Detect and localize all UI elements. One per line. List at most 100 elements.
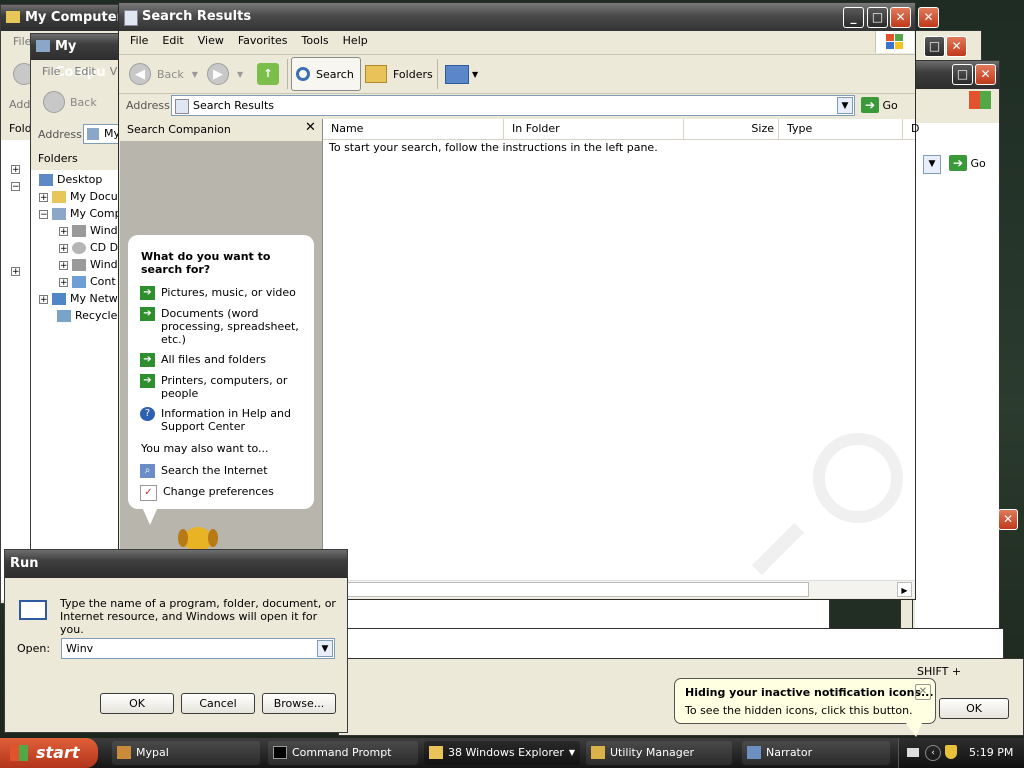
minimize-button[interactable]: _ — [843, 7, 864, 28]
maximize-button[interactable]: □ — [952, 64, 973, 85]
menu-view[interactable]: View — [191, 31, 231, 51]
narrator-icon — [747, 746, 761, 759]
column-header-name[interactable]: Name — [323, 119, 504, 139]
notification-balloon[interactable]: Hiding your inactive notification icons.… — [674, 678, 936, 724]
magnifier-handle — [751, 522, 805, 576]
menu-file[interactable]: File — [13, 35, 31, 48]
open-dropdown-arrow[interactable]: ▼ — [317, 640, 333, 657]
utility-manager-icon — [591, 746, 605, 759]
browse-button[interactable]: Browse... — [262, 693, 336, 714]
close-button[interactable]: ✕ — [998, 509, 1018, 530]
my-computer-window: My Compu File Edit V Back Address My Folde… — [30, 33, 129, 623]
menu-bar: File Edit V — [35, 62, 124, 82]
taskbar-item-utility-manager[interactable]: Utility Manager — [586, 741, 732, 765]
tree-item-desktop[interactable]: Desktop — [35, 171, 102, 188]
window-title[interactable]: Search Results — [142, 9, 251, 24]
views-icon — [445, 64, 469, 84]
forward-button[interactable]: ▶ ▼ — [207, 57, 243, 91]
maximize-button[interactable]: □ — [867, 7, 888, 28]
show-hidden-icons-button[interactable]: ‹ — [925, 745, 941, 761]
close-button[interactable]: ✕ — [890, 7, 911, 28]
column-header-type[interactable]: Type — [779, 119, 903, 139]
drive-icon — [72, 259, 86, 271]
close-pane-icon[interactable]: ✕ — [305, 120, 316, 135]
option-documents[interactable]: ➔ Documents (word processing, spreadsheet… — [140, 307, 308, 346]
back-button[interactable]: Back — [70, 96, 97, 109]
expand-icon[interactable]: + — [11, 267, 20, 277]
go-button[interactable]: ➔ Go — [949, 155, 986, 171]
menu-tools[interactable]: Tools — [295, 31, 336, 51]
folders-icon — [365, 65, 387, 83]
open-input[interactable]: Winv ▼ — [61, 638, 335, 659]
folders-label: Fold — [9, 122, 32, 135]
up-folder-button[interactable]: ↑ — [257, 57, 279, 91]
go-button[interactable]: ➔ Go — [861, 97, 898, 113]
ok-button[interactable]: OK — [939, 698, 1009, 719]
address-dropdown-arrow[interactable]: ▼ — [923, 155, 941, 174]
green-arrow-icon: ➔ — [140, 353, 155, 367]
address-field[interactable]: Search Results ▼ — [171, 95, 855, 116]
close-balloon-icon[interactable]: ✕ — [915, 684, 931, 700]
option-change-preferences[interactable]: ✓ Change preferences — [140, 485, 274, 501]
option-printers-computers-people[interactable]: ➔ Printers, computers, or people — [140, 374, 308, 400]
scroll-thumb[interactable] — [341, 582, 809, 597]
open-label: Open: — [17, 642, 51, 655]
folders-header: Folders — [38, 152, 78, 165]
menu-edit[interactable]: Edit — [155, 31, 190, 51]
start-button[interactable]: start — [0, 738, 98, 768]
close-button[interactable]: ✕ — [918, 7, 939, 28]
menu-edit[interactable]: Edit — [67, 62, 102, 82]
collapse-icon[interactable]: − — [11, 182, 20, 192]
option-pictures-music-video[interactable]: ➔ Pictures, music, or video — [140, 286, 308, 300]
menu-file[interactable]: File — [123, 31, 155, 51]
tree-item-drive-c[interactable]: + Wind — [59, 222, 118, 239]
drive-icon — [72, 225, 86, 237]
tree-item-control-panel[interactable]: + Cont — [59, 273, 116, 290]
option-search-internet[interactable]: ⌕ Search the Internet — [140, 464, 268, 478]
column-header-size[interactable]: Size — [684, 119, 779, 139]
window-title[interactable]: My Computer — [25, 10, 123, 25]
search-button[interactable]: Search — [291, 57, 361, 91]
column-headers: Name In Folder Size Type D — [323, 119, 919, 140]
keyboard-icon[interactable] — [907, 748, 919, 757]
taskbar-item-windows-explorer[interactable]: 38 Windows Explorer ▼ — [424, 741, 580, 765]
search-question: What do you want to search for? — [141, 250, 271, 276]
close-button[interactable]: ✕ — [946, 36, 967, 57]
option-all-files-folders[interactable]: ➔ All files and folders — [140, 353, 308, 367]
taskbar-item-narrator[interactable]: Narrator — [742, 741, 890, 765]
expand-icon[interactable]: + — [11, 165, 20, 175]
column-header-date[interactable]: D — [903, 119, 919, 139]
address-dropdown-arrow[interactable]: ▼ — [837, 97, 853, 114]
tree-item-my-computer[interactable]: − My Comp — [39, 205, 122, 222]
tree-item-my-documents[interactable]: + My Docu — [39, 188, 118, 205]
mouse-cursor-icon — [441, 453, 453, 471]
taskbar-item-mypal[interactable]: Mypal — [112, 741, 260, 765]
run-icon — [19, 600, 47, 620]
taskbar-item-command-prompt[interactable]: Command Prompt — [268, 741, 418, 765]
views-button[interactable]: ▼ — [445, 57, 478, 91]
menu-help[interactable]: Help — [336, 31, 375, 51]
bubble-tail — [142, 507, 158, 525]
column-header-in-folder[interactable]: In Folder — [504, 119, 684, 139]
tree-item-cd-drive[interactable]: + CD D — [59, 239, 118, 256]
back-arrow-icon[interactable] — [43, 91, 65, 113]
option-help-support[interactable]: ? Information in Help and Support Center — [140, 407, 308, 433]
close-button[interactable]: ✕ — [975, 64, 996, 85]
security-shield-icon[interactable] — [945, 745, 957, 759]
menu-favorites[interactable]: Favorites — [231, 31, 295, 51]
tree-item-drive-d[interactable]: + Wind — [59, 256, 118, 273]
folders-button[interactable]: Folders — [365, 57, 433, 91]
dialog-title[interactable]: Run — [10, 556, 39, 571]
recycle-bin-icon — [57, 310, 71, 322]
clock[interactable]: 5:19 PM — [969, 746, 1013, 759]
horizontal-scrollbar[interactable]: ◀ ▶ — [323, 580, 915, 598]
go-arrow-icon: ➔ — [861, 97, 879, 113]
scroll-right-icon[interactable]: ▶ — [897, 582, 912, 597]
maximize-button[interactable]: □ — [924, 36, 945, 57]
tree-item-my-network[interactable]: + My Netw — [39, 290, 118, 307]
back-button[interactable]: ◀ Back ▼ — [129, 57, 198, 91]
ok-button[interactable]: OK — [100, 693, 174, 714]
cancel-button[interactable]: Cancel — [181, 693, 255, 714]
menu-file[interactable]: File — [35, 62, 67, 82]
shift-text: SHIFT + — [917, 665, 962, 678]
